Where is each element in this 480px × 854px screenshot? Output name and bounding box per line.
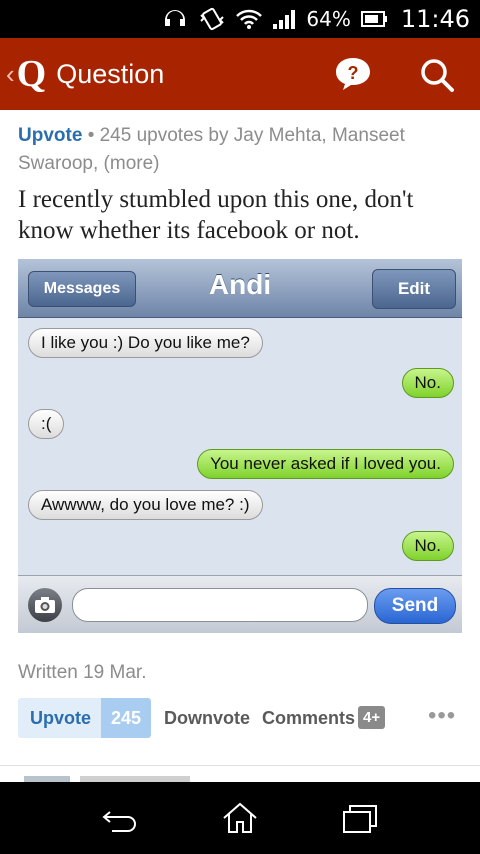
send-button: Send — [374, 588, 456, 624]
vibrate-icon — [198, 7, 226, 31]
back-chevron-icon[interactable]: ‹ — [6, 59, 15, 90]
home-icon[interactable] — [220, 800, 260, 836]
status-bar: 64% 11:46 — [0, 0, 480, 38]
more-options-icon[interactable]: ••• — [428, 702, 456, 730]
upvote-summary: Upvote • 245 upvotes by Jay Mehta, Manse… — [18, 122, 458, 178]
written-date: Written 19 Mar. — [18, 662, 147, 683]
battery-percent: 64% — [306, 7, 351, 31]
message-input — [72, 588, 368, 622]
divider — [0, 765, 480, 766]
message-bubble-received: I like you :) Do you like me? — [28, 328, 263, 358]
upvote-link[interactable]: Upvote — [18, 125, 82, 146]
message-bubble-received: :( — [28, 409, 65, 439]
camera-icon — [28, 588, 62, 622]
page-title: Question — [56, 58, 165, 89]
search-icon[interactable] — [418, 56, 456, 94]
imessage-navbar: Messages Andi Edit — [18, 259, 462, 318]
edit-button: Edit — [372, 269, 456, 309]
message-bubble-sent: You never asked if I loved you. — [197, 449, 454, 479]
svg-text:?: ? — [348, 63, 359, 83]
system-nav-bar — [0, 782, 480, 854]
quora-logo[interactable]: Q — [17, 52, 47, 96]
message-bubble-received: Awwww, do you love me? :) — [28, 490, 263, 520]
comments-count-badge[interactable]: 4+ — [358, 706, 386, 729]
downvote-button[interactable]: Downvote — [164, 708, 250, 729]
message-bubble-sent: No. — [401, 368, 454, 398]
app-header: ‹ Q Question ? — [0, 38, 480, 110]
answer-actions: Upvote 245 Downvote Comments 4+ ••• — [18, 698, 462, 740]
headset-icon — [162, 8, 188, 30]
upvote-button-label[interactable]: Upvote — [18, 698, 101, 738]
battery-icon — [360, 9, 387, 29]
help-bubble-icon[interactable]: ? — [334, 56, 372, 92]
recent-apps-icon[interactable] — [340, 800, 380, 836]
back-icon[interactable] — [100, 800, 140, 836]
answer-image[interactable]: Messages Andi Edit I like you :) Do you … — [18, 259, 462, 633]
upvote-button[interactable]: Upvote 245 — [18, 698, 152, 738]
message-bubble-sent: No. — [401, 531, 454, 561]
wifi-icon — [236, 8, 263, 30]
upvote-count[interactable]: 245 — [101, 698, 152, 738]
compose-toolbar: Send — [18, 575, 462, 633]
comments-button[interactable]: Comments — [262, 708, 355, 729]
clock: 11:46 — [400, 5, 470, 33]
answer-text: I recently stumbled upon this one, don't… — [18, 186, 414, 244]
signal-icon — [272, 8, 296, 30]
